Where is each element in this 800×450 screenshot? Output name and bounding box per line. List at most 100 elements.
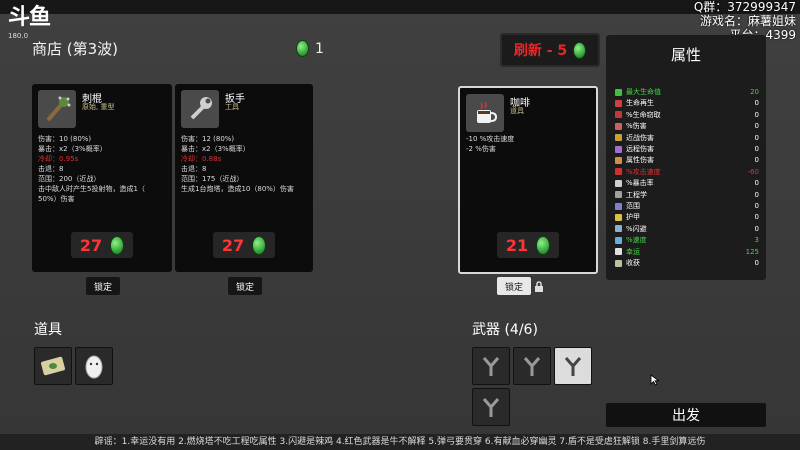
item-slot-scroll[interactable] <box>34 347 72 385</box>
stat-label: %闪避 <box>626 224 647 233</box>
slingshot-icon <box>564 357 582 376</box>
stat-row: %生命窃取 0 <box>615 110 759 120</box>
card-price[interactable]: 27 <box>213 232 275 258</box>
card-stat-range: 范围：200（近战） <box>38 175 101 183</box>
stat-icon <box>615 179 622 187</box>
stat-row: 工程学 0 <box>615 190 759 200</box>
material-counter: 1 <box>296 40 324 57</box>
card-price[interactable]: 27 <box>71 232 133 258</box>
stat-row: 护甲 0 <box>615 212 759 222</box>
top-strip <box>0 0 800 14</box>
card-tag: 工具 <box>225 103 239 111</box>
stat-value: 20 <box>750 88 759 96</box>
card-stats: 伤害：12 (80%) 暴击：x2（3%概率） 冷却：0.88s 击退：8 范围… <box>181 134 311 194</box>
shop-card-spiked-club[interactable]: 刺棍 原始, 重型 伤害：10 (80%) 暴击：x2（3%概率） 冷却：0.9… <box>32 84 172 272</box>
card-price[interactable]: 21 <box>497 232 559 258</box>
card-tag: 原始, 重型 <box>82 103 115 111</box>
stat-row: %闪避 0 <box>615 224 759 234</box>
stat-value: 125 <box>745 247 759 256</box>
stats-panel: 属性 最大生命值 20 生命再生 0 %生命窃取 0 %伤害 0 近战伤害 0 远程伤害 0 属性伤害 0… <box>606 35 766 280</box>
stat-icon <box>615 156 622 164</box>
stat-icon <box>615 145 622 153</box>
material-coin-icon <box>296 40 309 57</box>
stat-value: 0 <box>754 213 759 222</box>
stat-label: 属性伤害 <box>626 156 654 165</box>
stat-value: 0 <box>754 259 759 267</box>
stat-icon <box>615 99 622 107</box>
stat-row: %伤害 0 <box>615 121 759 131</box>
stat-icon <box>615 191 622 199</box>
stat-row: %暴击率 0 <box>615 178 759 188</box>
card-stat-effect-cont: 50%）伤害 <box>38 195 75 203</box>
stat-label: 生命再生 <box>626 99 654 108</box>
stat-icon <box>615 88 622 96</box>
card-tag: 道具 <box>510 107 524 115</box>
price-coin-icon <box>252 235 267 255</box>
weapon-slot-2[interactable] <box>513 347 551 385</box>
card-stats: -10 %攻击速度 -2 %伤害 <box>466 134 596 154</box>
price-value: 27 <box>221 235 245 255</box>
card-stat-effect: 生成1台炮塔，造成10（80%）伤害 <box>181 185 294 193</box>
go-button[interactable]: 出发 <box>606 403 766 427</box>
card-stat-crit: 暴击：x2（3%概率） <box>181 145 250 153</box>
shop-title: 商店 (第3波) <box>32 40 119 58</box>
stat-value: 0 <box>754 145 759 153</box>
stat-row: %速度 3 <box>615 235 759 245</box>
stat-label: 工程学 <box>626 190 647 199</box>
lock-button-1[interactable]: 锁定 <box>86 277 120 295</box>
stat-label: 最大生命值 <box>626 88 661 96</box>
stat-value: 0 <box>754 202 759 210</box>
stat-label: 护甲 <box>626 213 640 222</box>
stat-row: 幸运 125 <box>615 247 759 257</box>
slingshot-icon <box>482 398 500 417</box>
stat-row: 最大生命值 20 <box>615 87 759 97</box>
card-stat-crit: 暴击：x2（3%概率） <box>38 145 107 153</box>
stat-icon <box>615 225 622 233</box>
material-count: 1 <box>315 40 324 57</box>
stat-icon <box>615 202 622 210</box>
stat-label: %攻击速度 <box>626 167 661 176</box>
stat-label: 近战伤害 <box>626 133 654 142</box>
stat-value: 0 <box>754 224 759 233</box>
stat-label: 远程伤害 <box>626 145 654 153</box>
card-stat-cooldown: 冷却：0.95s <box>38 155 79 163</box>
card-stat-knockback: 击退：8 <box>181 165 207 173</box>
stat-value: 3 <box>754 236 759 245</box>
card-stat-damage: -2 %伤害 <box>466 145 496 153</box>
price-value: 21 <box>505 235 529 255</box>
stats-title: 属性 <box>670 46 701 64</box>
scroll-icon <box>41 356 65 376</box>
stat-value: -60 <box>747 167 759 176</box>
stat-value: 0 <box>754 110 759 119</box>
stat-label: %生命窃取 <box>626 110 661 119</box>
weapon-slot-1[interactable] <box>472 347 510 385</box>
card-stat-damage: 伤害：10 (80%) <box>38 135 92 143</box>
lock-button-2[interactable]: 锁定 <box>228 277 262 295</box>
shop-card-coffee[interactable]: 咖啡 道具 -10 %攻击速度 -2 %伤害 21 <box>458 86 598 274</box>
rumor-ticker: 辟谣：1.幸运没有用 2.燃烧塔不吃工程吃属性 3.闪避是辣鸡 4.红色武器是牛… <box>0 434 800 450</box>
overlay-game-name: 游戏名：麻薯姐妹 <box>699 14 796 28</box>
mouse-cursor-icon <box>650 374 660 386</box>
lock-button-3[interactable]: 锁定 <box>497 277 531 295</box>
price-coin-icon <box>536 235 551 255</box>
card-stat-damage: 伤害：12 (80%) <box>181 135 235 143</box>
slingshot-icon <box>523 357 541 376</box>
spiked-club-icon <box>38 90 76 128</box>
padlock-icon <box>535 281 543 292</box>
weapons-title: 武器 (4/6) <box>472 322 538 338</box>
item-slot-egg[interactable] <box>75 347 113 385</box>
shop-card-wrench[interactable]: 扳手 工具 伤害：12 (80%) 暴击：x2（3%概率） 冷却：0.88s 击… <box>175 84 313 272</box>
stat-icon <box>615 168 622 176</box>
stat-row: 范围 0 <box>615 201 759 211</box>
stat-label: %伤害 <box>626 122 647 131</box>
card-stat-cooldown: 冷却：0.88s <box>181 155 222 163</box>
egg-icon <box>85 355 103 379</box>
stat-row: 远程伤害 0 <box>615 144 759 154</box>
wrench-icon <box>181 90 219 128</box>
weapon-slot-3[interactable] <box>554 347 592 385</box>
stat-label: %暴击率 <box>626 179 654 188</box>
weapon-slot-4[interactable] <box>472 388 510 426</box>
card-stats: 伤害：10 (80%) 暴击：x2（3%概率） 冷却：0.95s 击退：8 范围… <box>38 134 168 204</box>
reroll-coin-icon <box>573 41 587 59</box>
reroll-button[interactable]: 刷新 - 5 <box>500 33 600 67</box>
